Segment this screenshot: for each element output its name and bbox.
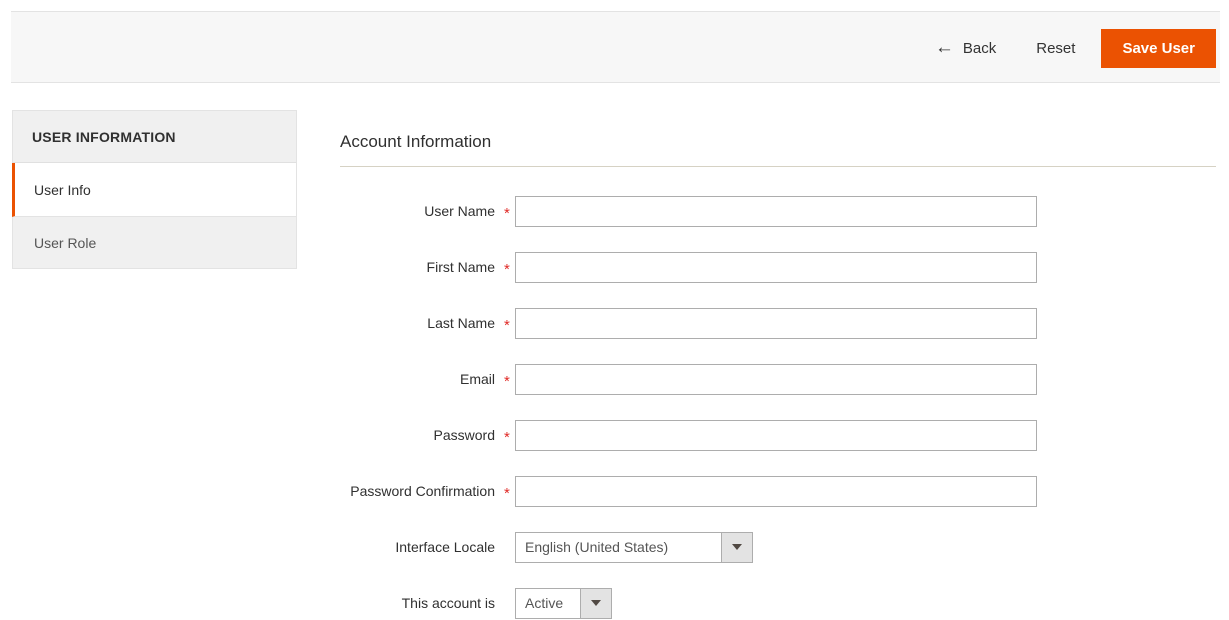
field-row-user-name: User Name * xyxy=(340,195,1216,227)
field-label-email: Email xyxy=(340,371,504,387)
label-text: This account is xyxy=(401,595,495,611)
chevron-down-icon xyxy=(580,588,611,618)
last-name-input[interactable] xyxy=(515,307,1037,339)
arrow-left-icon: ← xyxy=(934,36,954,58)
page-actions-bar: ← Back Reset Save User xyxy=(11,11,1220,83)
reset-button[interactable]: Reset xyxy=(1014,29,1097,67)
required-asterisk: * xyxy=(504,204,510,222)
account-status-select[interactable]: Active xyxy=(515,587,612,619)
field-row-first-name: First Name * xyxy=(340,251,1216,283)
field-label-last-name: Last Name xyxy=(340,315,504,331)
label-text: Email xyxy=(459,371,495,387)
required-asterisk: * xyxy=(504,316,510,334)
sidebar-item-label: User Info xyxy=(34,181,91,198)
field-label-password-confirmation: Password Confirmation xyxy=(340,483,504,499)
chevron-down-icon xyxy=(721,532,752,562)
field-label-password: Password xyxy=(340,427,504,443)
required-asterisk: * xyxy=(504,484,510,502)
required-asterisk: * xyxy=(504,372,510,390)
back-button[interactable]: ← Back xyxy=(917,29,1014,67)
field-label-interface-locale: Interface Locale xyxy=(340,539,504,555)
label-text: Last Name xyxy=(427,315,495,331)
field-label-first-name: First Name xyxy=(340,259,504,275)
label-text: Password xyxy=(433,427,495,443)
field-row-account-status: This account is Active xyxy=(340,587,1216,619)
interface-locale-value: English (United States) xyxy=(525,539,669,555)
first-name-input[interactable] xyxy=(515,251,1037,283)
label-text: Password Confirmation xyxy=(350,483,495,499)
page-actions-group: ← Back Reset Save User xyxy=(917,12,1216,84)
email-input[interactable] xyxy=(515,363,1037,395)
field-label-account-status: This account is xyxy=(340,595,504,611)
sidebar-title: USER INFORMATION xyxy=(12,110,297,163)
field-row-password-confirmation: Password Confirmation * xyxy=(340,475,1216,507)
interface-locale-select[interactable]: English (United States) xyxy=(515,531,753,563)
field-row-last-name: Last Name * xyxy=(340,307,1216,339)
field-label-user-name: User Name xyxy=(340,203,504,219)
label-text: First Name xyxy=(426,259,495,275)
label-text: Interface Locale xyxy=(395,539,495,555)
account-status-value: Active xyxy=(525,595,564,611)
sidebar-item-label: User Role xyxy=(34,234,97,251)
field-row-password: Password * xyxy=(340,419,1216,451)
user-information-sidebar: USER INFORMATION User Info User Role xyxy=(12,110,297,269)
field-row-email: Email * xyxy=(340,363,1216,395)
user-name-input[interactable] xyxy=(515,195,1037,227)
back-button-label: Back xyxy=(962,39,997,57)
section-title: Account Information xyxy=(340,132,1216,167)
save-user-button[interactable]: Save User xyxy=(1101,28,1216,68)
label-text: User Name xyxy=(424,203,495,219)
required-asterisk: * xyxy=(504,428,510,446)
field-row-interface-locale: Interface Locale English (United States) xyxy=(340,531,1216,563)
sidebar-item-user-info[interactable]: User Info xyxy=(12,163,297,217)
sidebar-item-user-role[interactable]: User Role xyxy=(12,217,297,269)
required-asterisk: * xyxy=(504,260,510,278)
password-input[interactable] xyxy=(515,419,1037,451)
account-information-form: Account Information User Name * First Na… xyxy=(340,132,1216,619)
password-confirmation-input[interactable] xyxy=(515,475,1037,507)
